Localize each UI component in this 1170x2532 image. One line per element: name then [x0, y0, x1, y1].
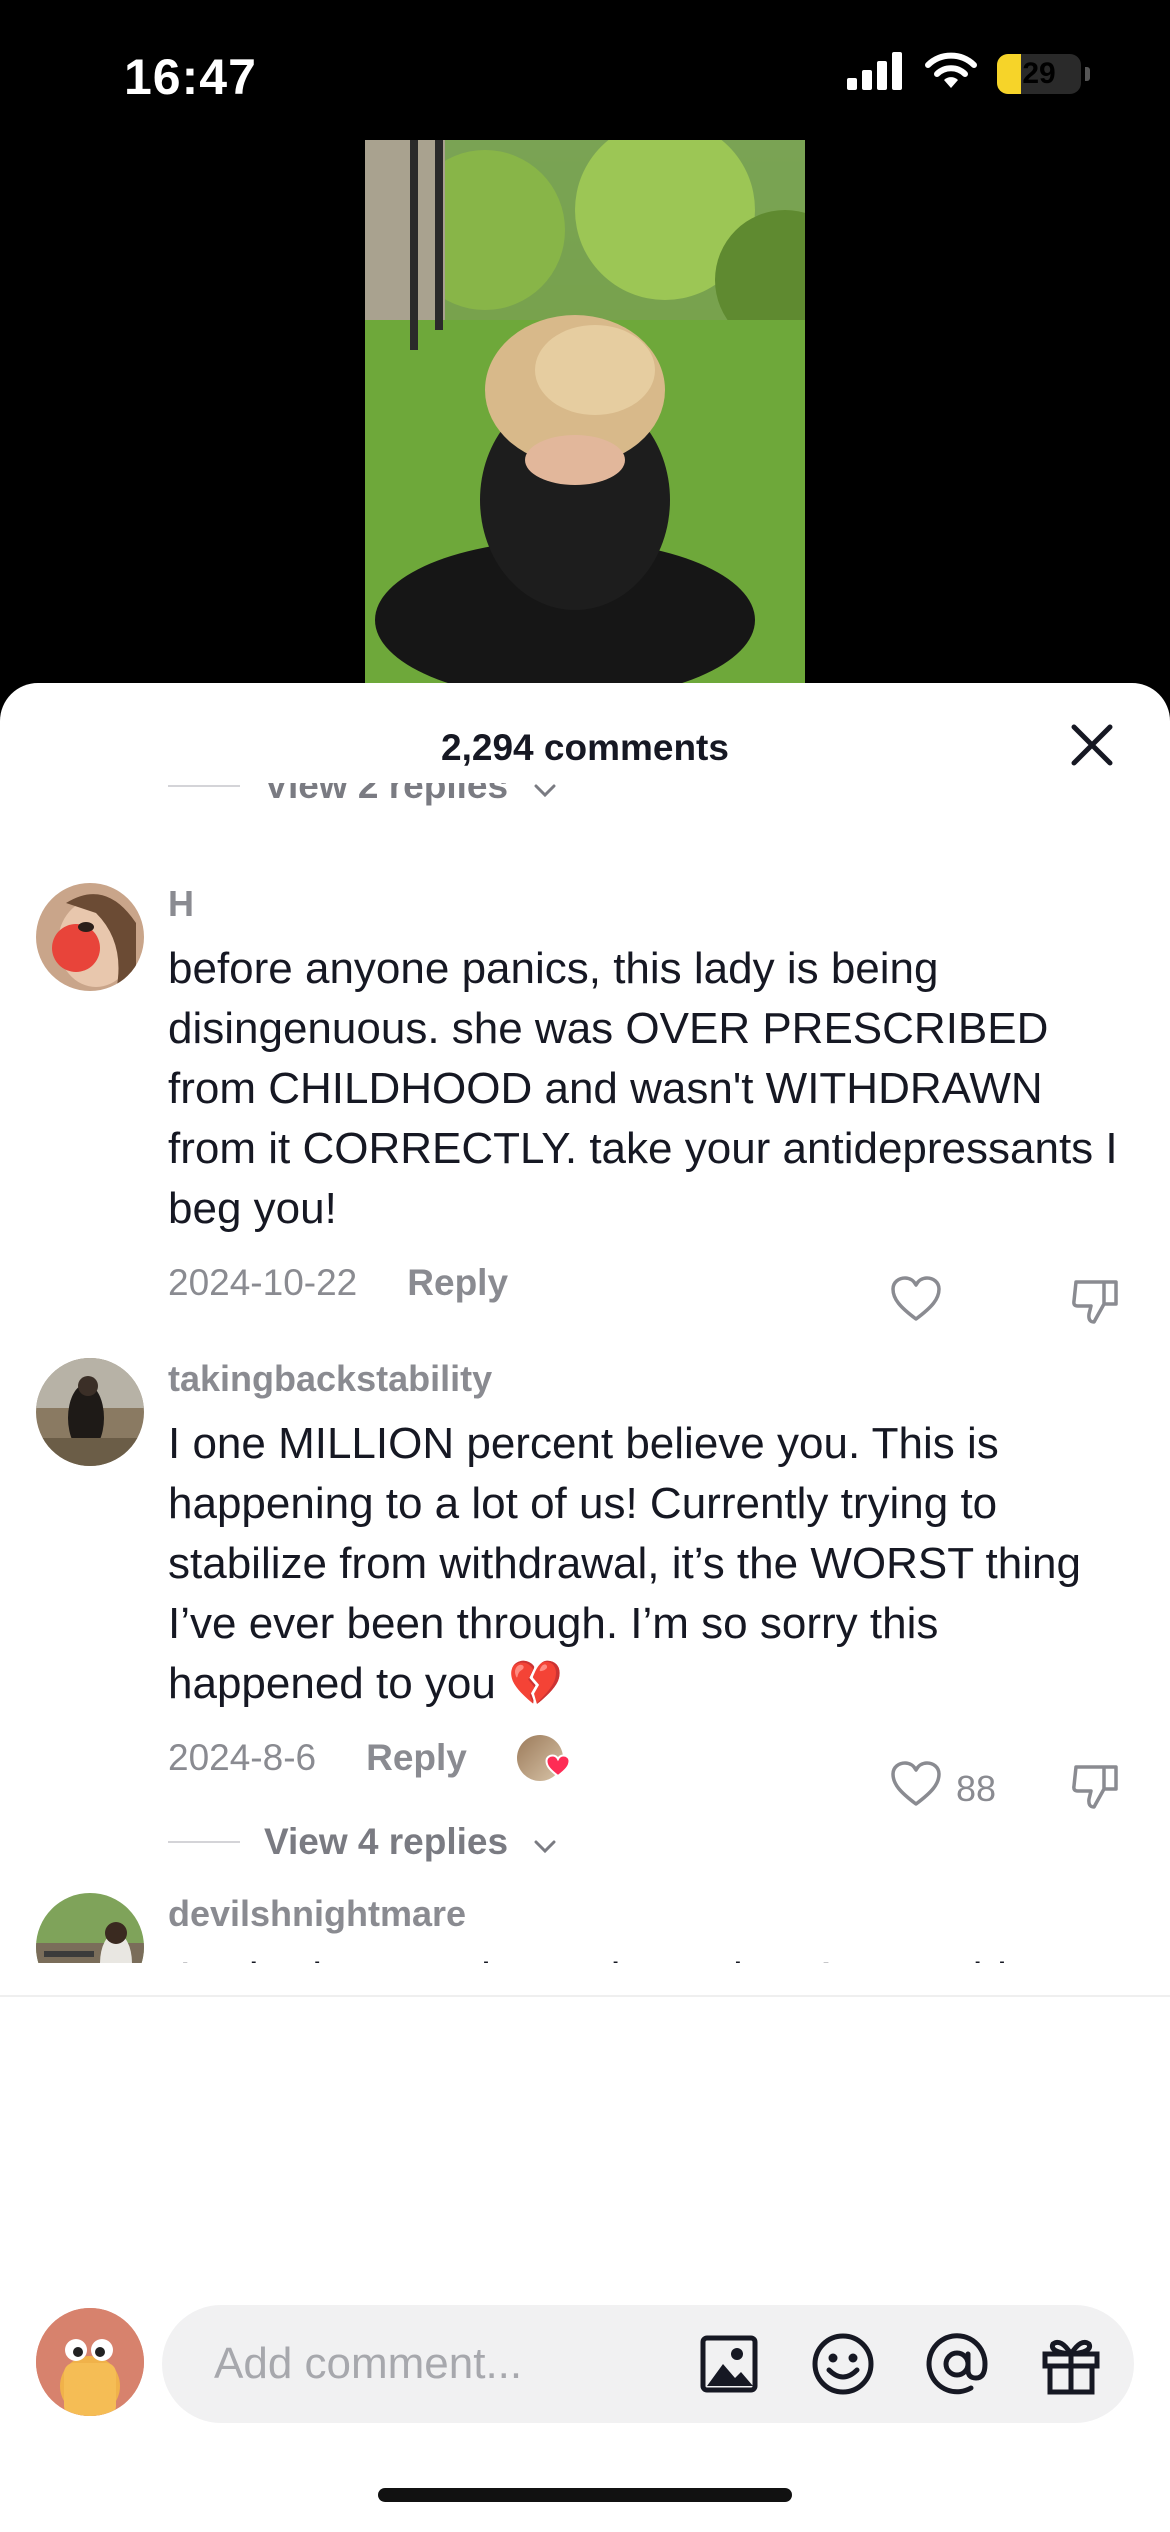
- heart-icon: [890, 1760, 942, 1817]
- dislike-button[interactable]: [1070, 1761, 1120, 1816]
- battery-percent: 29: [1022, 56, 1056, 90]
- close-button[interactable]: [1066, 721, 1118, 773]
- view-replies-button[interactable]: View 2 replies: [168, 783, 556, 807]
- comment-body: devilshnightmare I’ve had serotonin synd…: [168, 1893, 1128, 1963]
- comment-username[interactable]: H: [168, 883, 1128, 925]
- reply-button[interactable]: Reply: [366, 1737, 467, 1779]
- image-icon[interactable]: [696, 2331, 762, 2397]
- input-actions: [696, 2331, 1104, 2397]
- avatar[interactable]: [36, 1358, 144, 1466]
- gift-icon[interactable]: [1038, 2331, 1104, 2397]
- battery-fill: [997, 53, 1022, 94]
- comment-username[interactable]: devilshnightmare: [168, 1893, 1128, 1935]
- comment-count: 2,294 comments: [441, 727, 729, 768]
- comment-username[interactable]: takingbackstability: [168, 1358, 1128, 1400]
- comment-body: takingbackstability I one MILLION percen…: [168, 1358, 1128, 1786]
- chevron-down-icon: [534, 1821, 556, 1863]
- emoji-icon[interactable]: [810, 2331, 876, 2397]
- like-count: 88: [956, 1767, 997, 1809]
- input-divider: [0, 1995, 1170, 1997]
- view-replies-label: View 2 replies: [264, 783, 509, 806]
- comment-input-bar: [0, 2305, 1170, 2425]
- view-replies-label: View 4 replies: [264, 1821, 509, 1862]
- wifi-icon: [925, 52, 977, 95]
- comment-text: I’ve had serotonin syndrome last August …: [168, 1949, 1128, 1963]
- comment-date: 2024-8-6: [168, 1737, 317, 1778]
- dislike-icon: [1070, 1280, 1120, 1330]
- comment-list[interactable]: View 2 replies H before anyone panics, t…: [0, 783, 1170, 1963]
- comment-input[interactable]: [214, 2339, 634, 2389]
- comment-date: 2024-10-22: [168, 1262, 358, 1303]
- comments-sheet: 2,294 comments View 2 replies H before a…: [0, 683, 1170, 2532]
- dislike-icon: [1070, 1765, 1120, 1815]
- heart-icon: [545, 1745, 571, 1787]
- my-avatar[interactable]: [36, 2308, 144, 2416]
- comment-body: H before anyone panics, this lady is bei…: [168, 883, 1128, 1311]
- creator-liked-badge: [516, 1735, 571, 1781]
- video-preview[interactable]: [365, 140, 805, 700]
- battery-nub: [1085, 66, 1090, 81]
- home-indicator: [378, 2488, 792, 2502]
- like-button[interactable]: [890, 1275, 1010, 1332]
- comment-input-pill: [162, 2305, 1134, 2423]
- avatar[interactable]: [36, 1893, 144, 1963]
- reply-button[interactable]: Reply: [407, 1262, 508, 1304]
- chevron-down-icon: [534, 783, 556, 807]
- status-bar: 16:47 29: [0, 0, 1170, 140]
- comment-text: before anyone panics, this lady is being…: [168, 944, 1118, 1233]
- battery-icon: 29: [997, 53, 1081, 94]
- heart-icon: [890, 1275, 942, 1332]
- dislike-button[interactable]: [1070, 1276, 1120, 1331]
- like-button[interactable]: 88: [890, 1760, 1010, 1817]
- comment-actions: 88: [890, 1760, 1120, 1817]
- close-icon: [1070, 723, 1114, 772]
- avatar[interactable]: [36, 883, 144, 991]
- status-icons: 29: [847, 52, 1090, 95]
- mention-icon[interactable]: [924, 2331, 990, 2397]
- signal-icon: [847, 52, 905, 95]
- comment-actions: [890, 1275, 1120, 1332]
- replies-divider: [168, 1841, 240, 1843]
- replies-divider: [168, 785, 240, 787]
- view-replies-button[interactable]: View 4 replies: [168, 1821, 556, 1863]
- comment-text: I one MILLION percent believe you. This …: [168, 1419, 1081, 1708]
- status-time: 16:47: [124, 49, 257, 105]
